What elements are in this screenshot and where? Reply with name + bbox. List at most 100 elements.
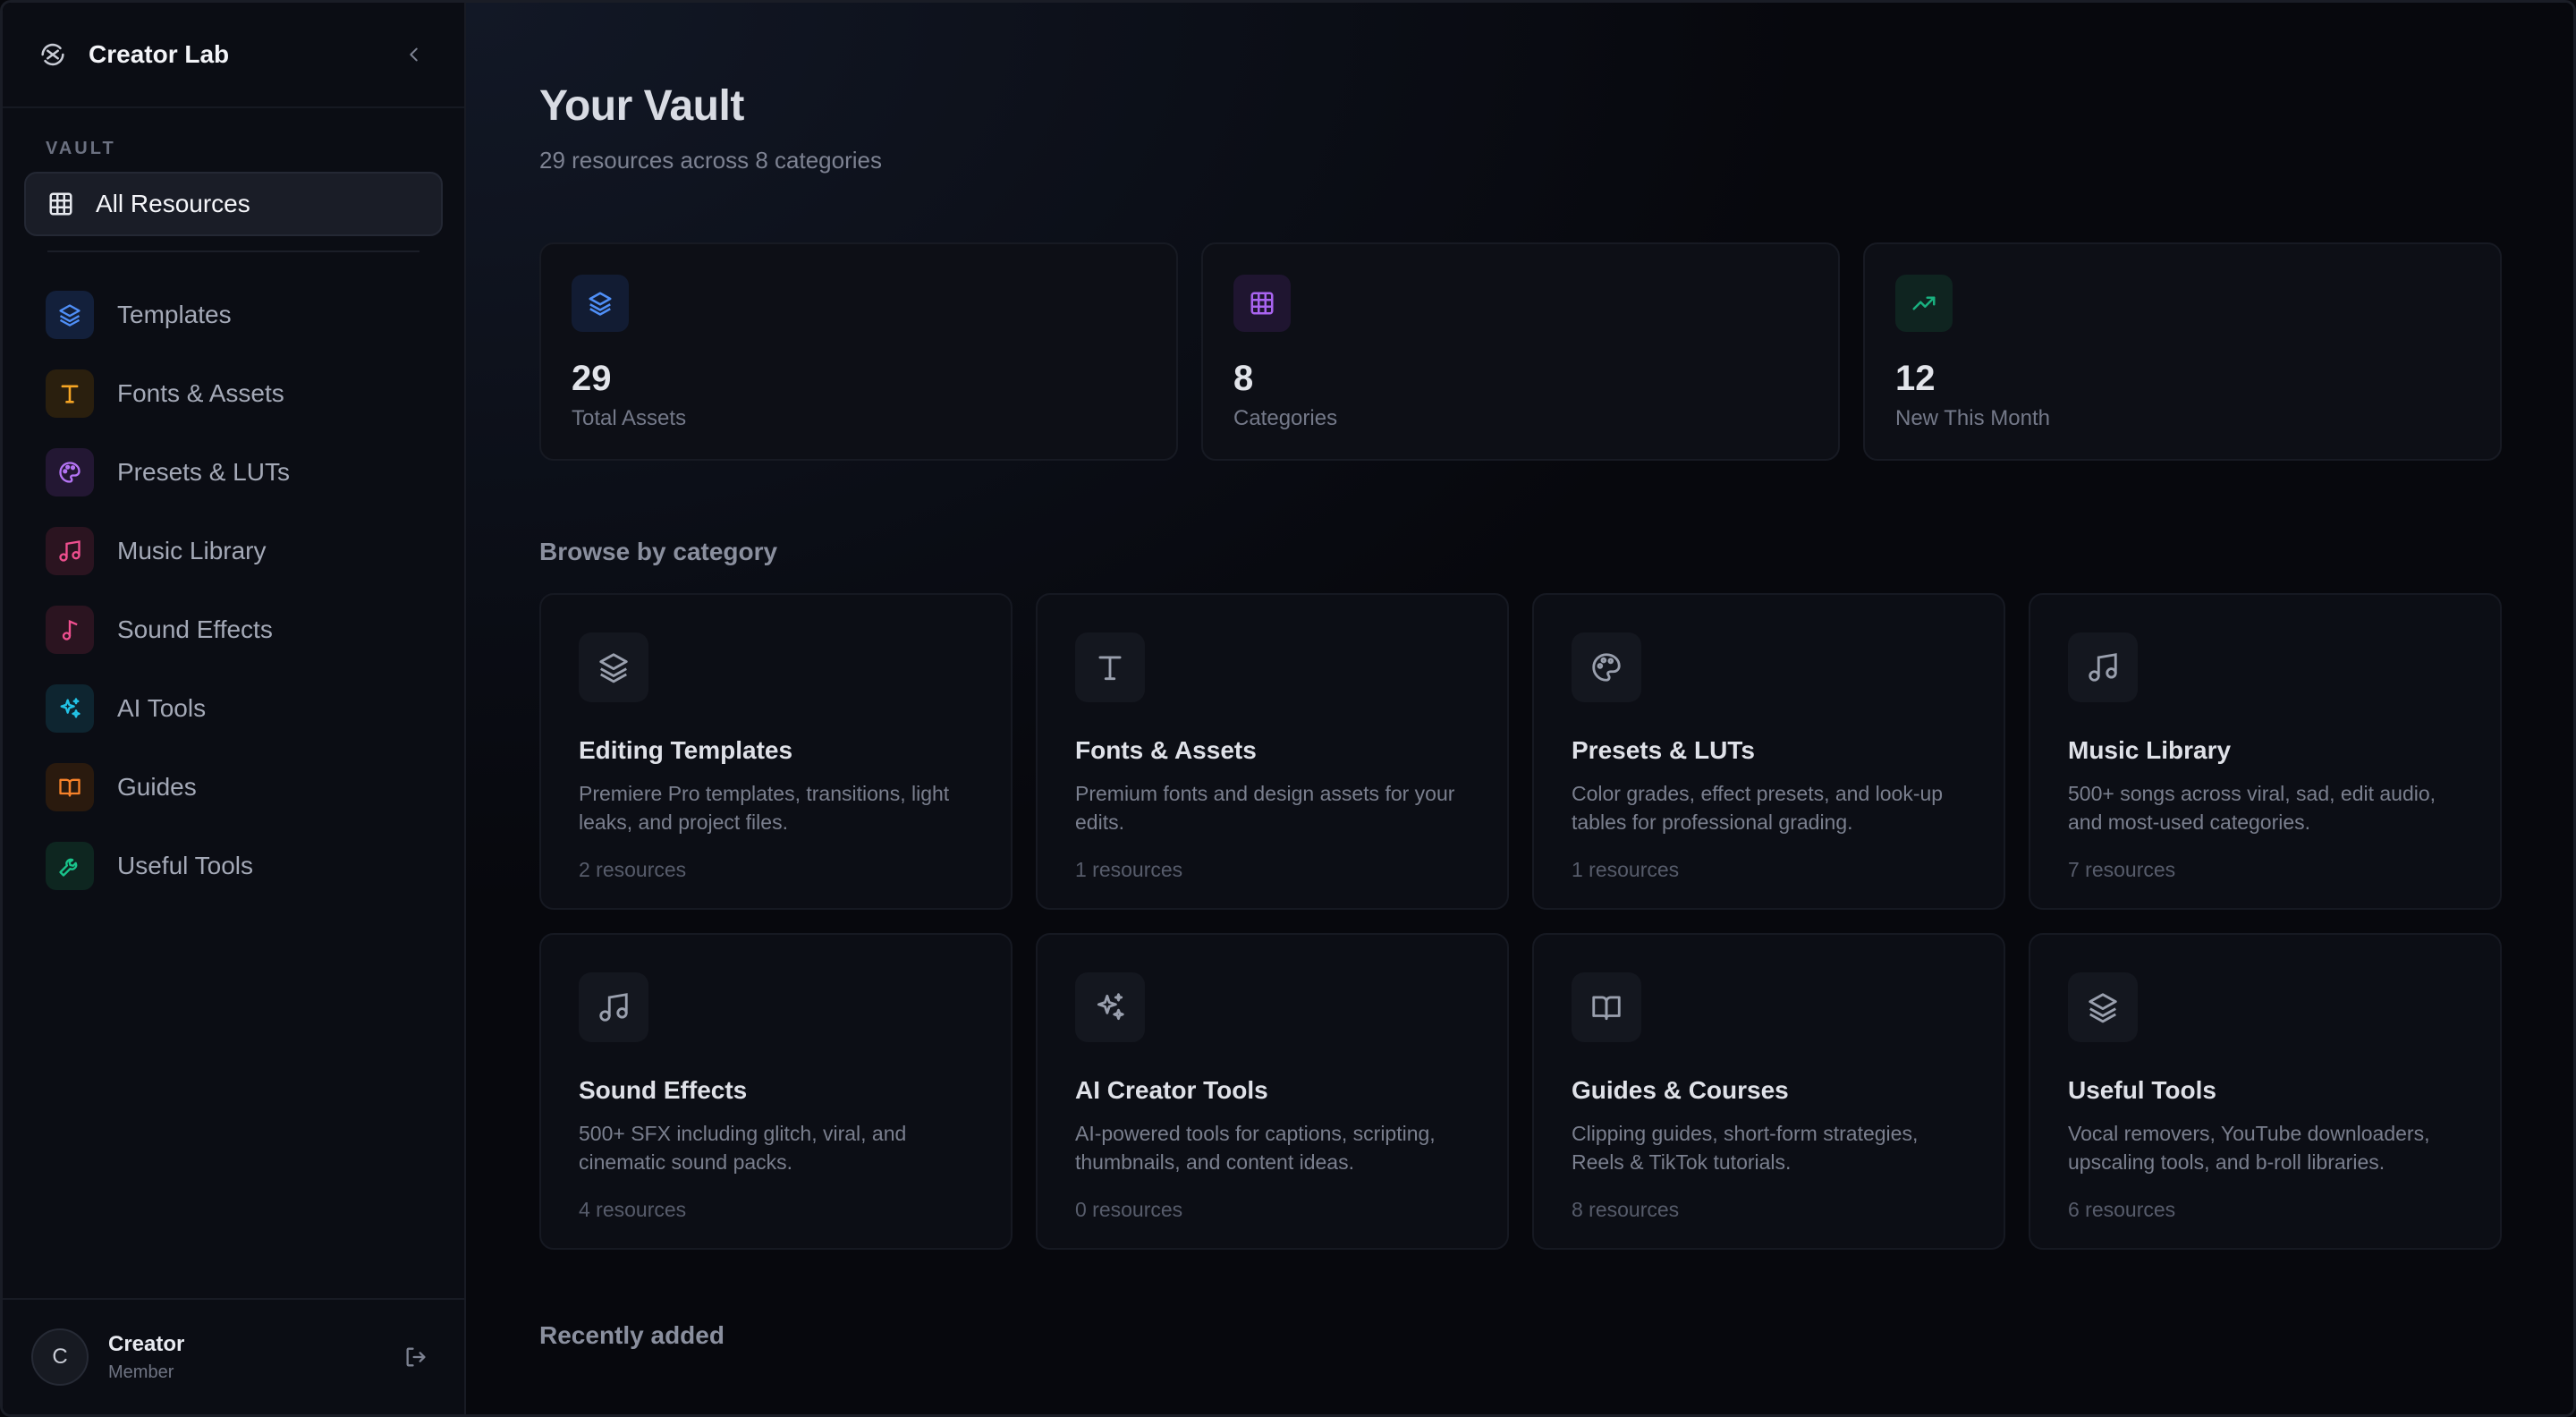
logout-button[interactable] <box>396 1337 436 1377</box>
brand-logo-icon <box>35 37 71 72</box>
category-count: 2 resources <box>579 858 687 881</box>
sidebar-item-sound-effects[interactable]: Sound Effects <box>3 590 464 669</box>
page-title: Your Vault <box>539 82 744 130</box>
category-card-presets-luts[interactable]: Presets & LUTs Color grades, effect pres… <box>1532 593 2005 910</box>
book-icon <box>46 763 94 811</box>
user-profile: C Creator Member <box>3 1298 464 1414</box>
app-window: Creator Lab VAULT All Resources Template… <box>0 0 2576 1417</box>
trending-up-icon <box>1895 275 1953 332</box>
sidebar-divider <box>47 250 419 252</box>
recent-section-title: Recently added <box>539 1321 724 1349</box>
category-title: Editing Templates <box>579 736 793 764</box>
sidebar-item-label: Fonts & Assets <box>117 379 284 407</box>
music-icon <box>2068 632 2138 702</box>
avatar: C <box>31 1328 89 1386</box>
browse-section-title: Browse by category <box>539 538 778 565</box>
category-card-music-library[interactable]: Music Library 500+ songs across viral, s… <box>2029 593 2502 910</box>
category-description: Color grades, effect presets, and look-u… <box>1572 782 1944 834</box>
sparkles-icon <box>1075 972 1145 1042</box>
category-card-sound-effects[interactable]: Sound Effects 500+ SFX including glitch,… <box>539 933 1013 1250</box>
category-description: Premium fonts and design assets for your… <box>1075 782 1455 834</box>
sidebar-item-label: All Resources <box>96 190 250 217</box>
user-role: Member <box>108 1362 174 1382</box>
type-icon <box>1075 632 1145 702</box>
category-description: Vocal removers, YouTube downloaders, ups… <box>2068 1122 2430 1174</box>
stat-label: New This Month <box>1895 406 2050 430</box>
category-count: 1 resources <box>1075 858 1183 881</box>
sidebar-item-all-resources[interactable]: All Resources <box>24 172 443 236</box>
music-icon <box>46 527 94 575</box>
category-count: 8 resources <box>1572 1198 1680 1221</box>
user-name: Creator <box>108 1331 185 1356</box>
sidebar-item-useful-tools[interactable]: Useful Tools <box>3 827 464 905</box>
sidebar-item-templates[interactable]: Templates <box>3 276 464 354</box>
sidebar-item-presets-luts[interactable]: Presets & LUTs <box>3 433 464 512</box>
sidebar-item-label: Music Library <box>117 537 267 564</box>
palette-icon <box>46 448 94 496</box>
category-title: Sound Effects <box>579 1076 748 1104</box>
music-icon <box>579 972 648 1042</box>
category-description: 500+ SFX including glitch, viral, and ci… <box>579 1122 907 1174</box>
book-icon <box>1572 972 1641 1042</box>
category-card-useful-tools[interactable]: Useful Tools Vocal removers, YouTube dow… <box>2029 933 2502 1250</box>
category-card-ai-creator-tools[interactable]: AI Creator Tools AI-powered tools for ca… <box>1036 933 1509 1250</box>
category-description: 500+ songs across viral, sad, edit audio… <box>2068 782 2436 834</box>
type-icon <box>46 369 94 418</box>
category-card-editing-templates[interactable]: Editing Templates Premiere Pro templates… <box>539 593 1013 910</box>
category-title: AI Creator Tools <box>1075 1076 1268 1104</box>
category-count: 0 resources <box>1075 1198 1183 1221</box>
layers-icon <box>572 275 629 332</box>
logout-icon <box>406 1347 426 1367</box>
chevron-left-icon <box>410 47 418 62</box>
sidebar-item-label: Sound Effects <box>117 615 273 643</box>
stat-value: 29 <box>572 359 612 398</box>
collapse-sidebar-button[interactable] <box>396 37 432 72</box>
category-grid: Editing Templates Premiere Pro templates… <box>539 593 2502 1250</box>
sparkles-icon <box>46 684 94 733</box>
stat-card-total-assets: 29 Total Assets <box>539 242 1178 461</box>
brand-name: Creator Lab <box>89 40 230 68</box>
category-count: 6 resources <box>2068 1198 2176 1221</box>
layers-icon <box>579 632 648 702</box>
stat-label: Categories <box>1233 406 1338 430</box>
sidebar-item-label: Templates <box>117 301 232 328</box>
category-count: 4 resources <box>579 1198 687 1221</box>
category-title: Guides & Courses <box>1572 1076 1789 1104</box>
sidebar: Creator Lab VAULT All Resources Template… <box>3 3 466 1414</box>
category-title: Presets & LUTs <box>1572 736 1755 764</box>
category-description: Clipping guides, short-form strategies, … <box>1572 1122 1919 1174</box>
grid-icon <box>1233 275 1291 332</box>
category-title: Fonts & Assets <box>1075 736 1257 764</box>
category-description: AI-powered tools for captions, scripting… <box>1075 1122 1436 1174</box>
brand-header: Creator Lab <box>3 3 464 108</box>
stat-card-categories: 8 Categories <box>1201 242 1840 461</box>
user-info: Creator Member <box>108 1332 184 1383</box>
category-card-fonts-assets[interactable]: Fonts & Assets Premium fonts and design … <box>1036 593 1509 910</box>
category-title: Music Library <box>2068 736 2232 764</box>
stat-value: 12 <box>1895 359 1936 398</box>
category-count: 7 resources <box>2068 858 2176 881</box>
sidebar-nav: Templates Fonts & Assets Presets & LUTs … <box>3 276 464 905</box>
sidebar-item-label: Guides <box>117 773 197 801</box>
music-note-icon <box>46 606 94 654</box>
category-description: Premiere Pro templates, transitions, lig… <box>579 782 950 834</box>
grid-icon <box>49 192 72 216</box>
sidebar-item-ai-tools[interactable]: AI Tools <box>3 669 464 748</box>
layers-icon <box>46 291 94 339</box>
main-content: Your Vault 29 resources across 8 categor… <box>466 3 2573 1414</box>
sidebar-item-label: Presets & LUTs <box>117 458 290 486</box>
stat-card-new-this-month: 12 New This Month <box>1863 242 2502 461</box>
page-subtitle: 29 resources across 8 categories <box>539 147 882 174</box>
stat-label: Total Assets <box>572 406 687 430</box>
category-count: 1 resources <box>1572 858 1680 881</box>
palette-icon <box>1572 632 1641 702</box>
layers-icon <box>2068 972 2138 1042</box>
sidebar-item-fonts-assets[interactable]: Fonts & Assets <box>3 354 464 433</box>
category-card-guides-courses[interactable]: Guides & Courses Clipping guides, short-… <box>1532 933 2005 1250</box>
stats-row: 29 Total Assets 8 Categories 12 New This… <box>539 242 2502 461</box>
sidebar-item-guides[interactable]: Guides <box>3 748 464 827</box>
category-title: Useful Tools <box>2068 1076 2216 1104</box>
sidebar-item-label: Useful Tools <box>117 852 254 879</box>
vault-section-label: VAULT <box>46 139 116 158</box>
sidebar-item-music-library[interactable]: Music Library <box>3 512 464 590</box>
